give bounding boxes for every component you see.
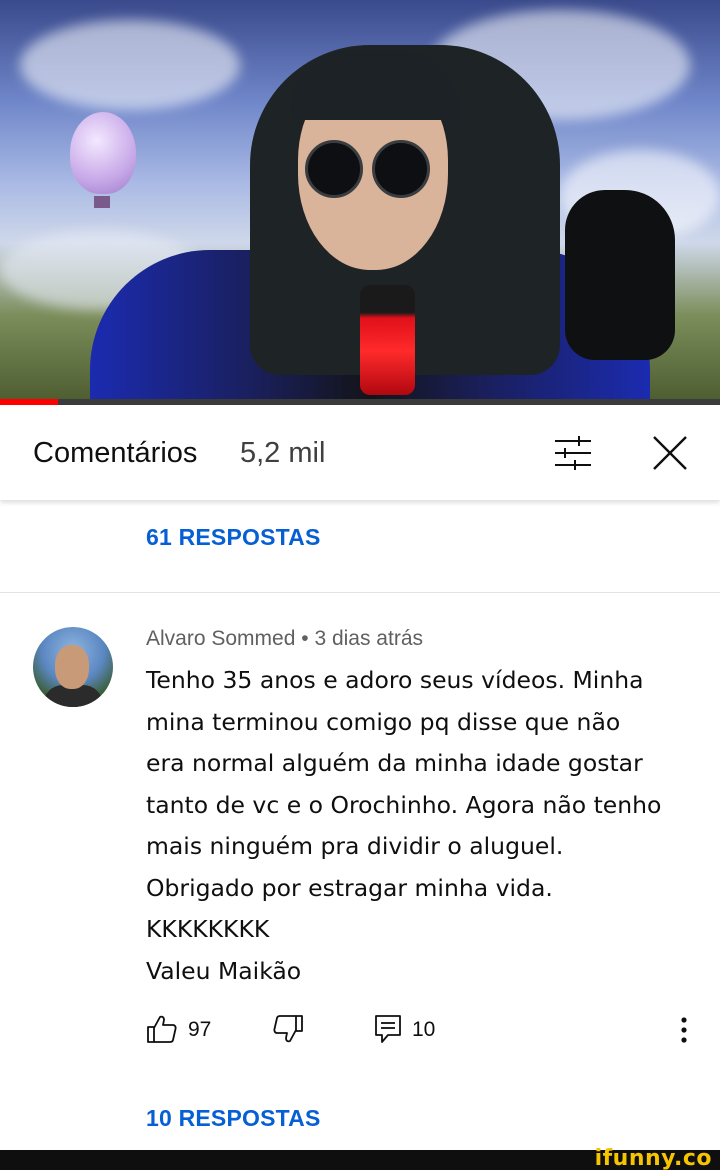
scene-balloon — [70, 112, 136, 194]
watermark-bar: ifunny.co — [0, 1146, 720, 1171]
comment-text: Tenho 35 anos e adoro seus vídeos. Minha… — [146, 660, 691, 992]
comment-line: mais ninguém pra dividir o aluguel. — [146, 832, 564, 860]
comments-header: Comentários 5,2 mil — [0, 405, 720, 500]
scene-balloon-basket — [94, 196, 110, 208]
video-player[interactable] — [0, 0, 720, 405]
reply-icon[interactable] — [372, 1013, 404, 1045]
reply-count: 10 — [412, 1018, 436, 1041]
comment-line: tanto de vc e o Orochinho. Agora não ten… — [146, 790, 662, 819]
comment-line: era normal alguém da minha idade gostar — [146, 749, 643, 777]
comments-count: 5,2 mil — [240, 437, 326, 469]
sunglasses-left — [305, 140, 363, 198]
meta-separator: • — [301, 627, 309, 650]
view-replies-link[interactable]: 61 RESPOSTAS — [146, 524, 321, 551]
like-count: 97 — [188, 1018, 212, 1041]
comments-title: Comentários — [33, 437, 198, 469]
divider — [0, 592, 720, 593]
sunglasses-right — [372, 140, 430, 198]
more-vert-icon[interactable] — [672, 1012, 696, 1048]
comment-line: KKKKKKKK — [146, 915, 270, 943]
scene-cloud — [20, 20, 240, 110]
person-glove — [565, 190, 675, 360]
thumbs-up-icon[interactable] — [146, 1013, 178, 1045]
comment-author[interactable]: Alvaro Sommed — [146, 627, 295, 650]
avatar-face — [55, 645, 89, 689]
comment-line: mina terminou comigo pq disse que não — [146, 707, 621, 736]
filter-icon[interactable] — [553, 435, 593, 471]
view-replies-link[interactable]: 10 RESPOSTAS — [146, 1105, 321, 1132]
comment-meta: Alvaro Sommed • 3 dias atrás — [146, 627, 423, 651]
avatar[interactable] — [33, 627, 113, 707]
comment-line: Valeu Maikão — [146, 956, 302, 985]
close-icon[interactable] — [650, 433, 690, 473]
microphone — [360, 285, 415, 395]
comment-line: Tenho 35 anos e adoro seus vídeos. Minha — [146, 666, 644, 694]
watermark-logo: ifunny.co — [594, 1146, 712, 1171]
comment-line: Obrigado por estragar minha vida. — [146, 873, 553, 902]
comment-time: 3 dias atrás — [314, 627, 423, 650]
thumbs-down-icon[interactable] — [272, 1013, 304, 1045]
